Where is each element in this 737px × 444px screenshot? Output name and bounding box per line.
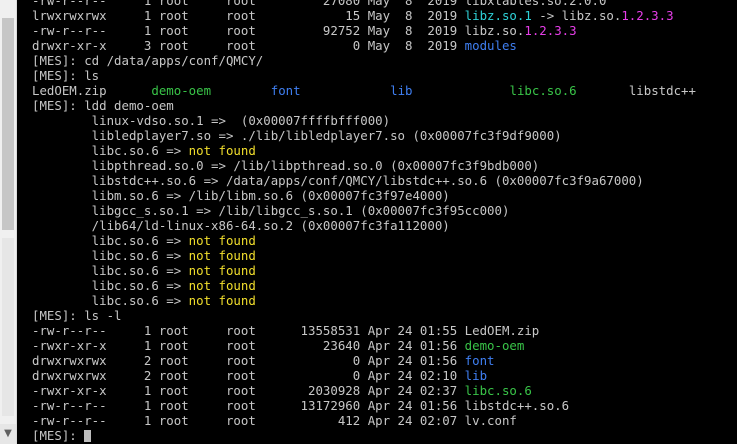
terminal-line: lrwxrwxrwx 1 root root 15 May 8 2019 lib…: [32, 8, 696, 23]
terminal-text-segment: libledplayer7.so => ./lib/libledplayer7.…: [32, 128, 562, 143]
terminal-text-segment: [MES]:: [32, 428, 85, 443]
terminal-text-segment: [MES]: ldd demo-oem: [32, 98, 174, 113]
terminal-text-segment: -rw-r--r-- 1 root root 92752 May 8 2019 …: [32, 23, 525, 38]
terminal-text-segment: libm.so.6 => /lib/libm.so.6 (0x00007fc3f…: [32, 188, 450, 203]
terminal-line: libgcc_s.so.1 => /lib/libgcc_s.so.1 (0x0…: [32, 203, 696, 218]
terminal-text-segment: -rwxr-xr-x 1 root root 23640 Apr 24 01:5…: [32, 338, 465, 353]
terminal-output: -rw-r--r-- 1 root root 27080 May 8 2019 …: [32, 0, 696, 443]
terminal-text-segment: demo-oem: [464, 338, 525, 353]
terminal-text-segment: -rw-r--r-- 1 root root 13558531 Apr 24 0…: [32, 323, 540, 338]
terminal-text-segment: libc.so.6: [509, 83, 577, 98]
terminal-text-segment: libpthread.so.0 => /lib/libpthread.so.0 …: [32, 158, 540, 173]
terminal-text-segment: lib: [464, 368, 488, 383]
terminal-line: [MES]:: [32, 428, 696, 443]
terminal-text-segment: modules: [464, 38, 517, 53]
terminal-line: -rw-r--r-- 1 root root 92752 May 8 2019 …: [32, 23, 696, 38]
terminal-text-segment: libstdc++: [576, 83, 696, 98]
terminal-text-segment: -rw-r--r-- 1 root root 412 Apr 24 02:07 …: [32, 413, 517, 428]
terminal-text-segment: [MES]: cd /data/apps/conf/QMCY/: [32, 53, 264, 68]
terminal-line: libc.so.6 => not found: [32, 293, 696, 308]
terminal-text-segment: drwxrwxrwx 2 root root 0 Apr 24 01:56: [32, 353, 465, 368]
terminal-text-segment: demo-oem: [151, 83, 212, 98]
terminal-text-segment: font: [270, 83, 301, 98]
terminal-text-segment: libgcc_s.so.1 => /lib/libgcc_s.so.1 (0x0…: [32, 203, 510, 218]
terminal-text-segment: font: [464, 353, 495, 368]
terminal-text-segment: LedOEM.zip: [32, 83, 152, 98]
terminal-text-segment: -rw-r--r-- 1 root root 27080 May 8 2019 …: [32, 0, 607, 8]
terminal-line: libc.so.6 => not found: [32, 233, 696, 248]
terminal-line: LedOEM.zip demo-oem font lib libc.so.6 l…: [32, 83, 696, 98]
terminal-line: -rw-r--r-- 1 root root 13558531 Apr 24 0…: [32, 323, 696, 338]
terminal-line: libm.so.6 => /lib/libm.so.6 (0x00007fc3f…: [32, 188, 696, 203]
terminal-text-segment: libc.so.6 =>: [32, 293, 189, 308]
scrollbar-track[interactable]: [2, 238, 14, 416]
terminal-text-segment: -rwxr-xr-x 1 root root 2030928 Apr 24 02…: [32, 383, 465, 398]
terminal-line: drwxr-xr-x 3 root root 0 May 8 2019 modu…: [32, 38, 696, 53]
terminal-text-segment: /lib64/ld-linux-x86-64.so.2 (0x00007fc3f…: [32, 218, 450, 233]
terminal-text-segment: -> libz.so.: [531, 8, 622, 23]
terminal-line: -rw-r--r-- 1 root root 13172960 Apr 24 0…: [32, 398, 696, 413]
terminal-line: -rw-r--r-- 1 root root 412 Apr 24 02:07 …: [32, 413, 696, 428]
vertical-scrollbar[interactable]: ▼: [0, 0, 17, 444]
terminal-line: -rwxr-xr-x 1 root root 2030928 Apr 24 02…: [32, 383, 696, 398]
terminal-line: /lib64/ld-linux-x86-64.so.2 (0x00007fc3f…: [32, 218, 696, 233]
scrollbar-thumb[interactable]: [2, 18, 14, 230]
terminal-text-segment: 1.2.3.3: [524, 23, 577, 38]
terminal-text-segment: libc.so.6 =>: [32, 278, 189, 293]
terminal-text-segment: not found: [188, 248, 256, 263]
terminal-text-segment: not found: [188, 143, 256, 158]
terminal-cursor: [84, 430, 92, 442]
terminal-text-segment: [MES]: ls -l: [32, 308, 122, 323]
terminal-line: drwxrwxrwx 2 root root 0 Apr 24 01:56 fo…: [32, 353, 696, 368]
terminal-line: libpthread.so.0 => /lib/libpthread.so.0 …: [32, 158, 696, 173]
terminal-line: -rw-r--r-- 1 root root 27080 May 8 2019 …: [32, 0, 696, 8]
terminal-line: libc.so.6 => not found: [32, 278, 696, 293]
terminal-line: [MES]: ls -l: [32, 308, 696, 323]
terminal-text-segment: -rw-r--r-- 1 root root 13172960 Apr 24 0…: [32, 398, 570, 413]
terminal-line: drwxrwxrwx 2 root root 0 Apr 24 02:10 li…: [32, 368, 696, 383]
terminal-line: [MES]: cd /data/apps/conf/QMCY/: [32, 53, 696, 68]
terminal-line: libc.so.6 => not found: [32, 263, 696, 278]
scroll-down-arrow-icon[interactable]: ▼: [0, 424, 16, 444]
terminal-text-segment: [MES]: ls: [32, 68, 100, 83]
terminal-text-segment: libz.so.1: [464, 8, 532, 23]
terminal-text-segment: drwxr-xr-x 3 root root 0 May 8 2019: [32, 38, 465, 53]
terminal-text-segment: not found: [188, 293, 256, 308]
terminal-line: libc.so.6 => not found: [32, 143, 696, 158]
terminal-line: [MES]: ldd demo-oem: [32, 98, 696, 113]
terminal-line: libstdc++.so.6 => /data/apps/conf/QMCY/l…: [32, 173, 696, 188]
terminal-text-segment: libc.so.6 =>: [32, 143, 189, 158]
terminal-text-segment: libc.so.6 =>: [32, 263, 189, 278]
terminal-text-segment: lrwxrwxrwx 1 root root 15 May 8 2019: [32, 8, 465, 23]
terminal-text-segment: linux-vdso.so.1 => (0x00007ffffbfff000): [32, 113, 391, 128]
terminal-line: libledplayer7.so => ./lib/libledplayer7.…: [32, 128, 696, 143]
terminal-text-segment: not found: [188, 233, 256, 248]
terminal-text-segment: lib: [390, 83, 413, 98]
terminal-text-segment: 1.2.3.3: [621, 8, 674, 23]
terminal-line: -rwxr-xr-x 1 root root 23640 Apr 24 01:5…: [32, 338, 696, 353]
terminal-text-segment: libc.so.6: [464, 383, 532, 398]
terminal-text-segment: libc.so.6 =>: [32, 248, 189, 263]
terminal-text-segment: libstdc++.so.6 => /data/apps/conf/QMCY/l…: [32, 173, 644, 188]
terminal-line: [MES]: ls: [32, 68, 696, 83]
terminal-text-segment: libc.so.6 =>: [32, 233, 189, 248]
terminal-line: linux-vdso.so.1 => (0x00007ffffbfff000): [32, 113, 696, 128]
terminal-text-segment: not found: [188, 263, 256, 278]
terminal-text-segment: not found: [188, 278, 256, 293]
terminal-line: libc.so.6 => not found: [32, 248, 696, 263]
terminal-window[interactable]: -rw-r--r-- 1 root root 27080 May 8 2019 …: [0, 0, 737, 444]
terminal-text-segment: drwxrwxrwx 2 root root 0 Apr 24 02:10: [32, 368, 465, 383]
